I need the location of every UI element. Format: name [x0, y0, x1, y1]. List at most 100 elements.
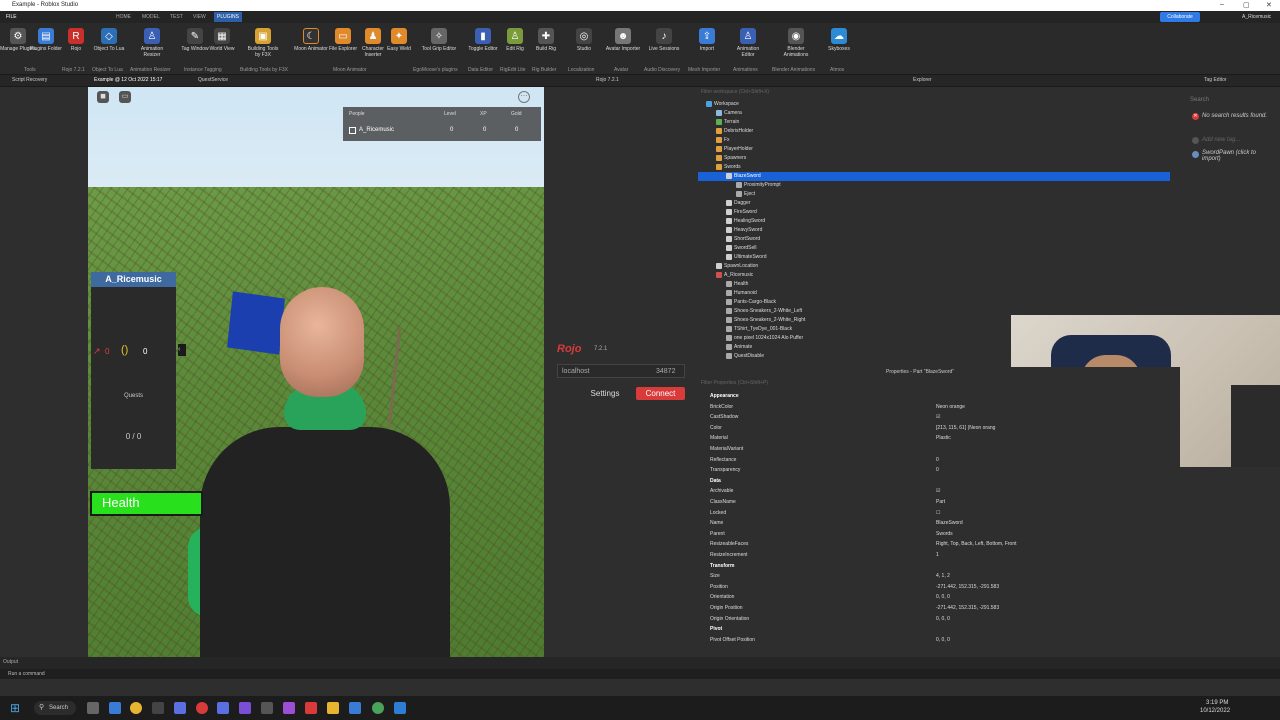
property-value[interactable]: BlazeSword	[936, 518, 963, 528]
tab-script-recovery[interactable]: Script Recovery	[12, 77, 47, 83]
collapse-arrow-icon[interactable]: ‹	[178, 344, 186, 356]
audio-discovery-button[interactable]: ♪ Live Sessions	[646, 28, 682, 52]
tree-item[interactable]: A_Ricemusic	[698, 271, 1170, 280]
property-value[interactable]: Plastic	[936, 433, 951, 443]
tree-item[interactable]: Camera	[698, 109, 1170, 118]
property-row[interactable]: Material Plastic	[698, 433, 1170, 443]
twitch-icon[interactable]	[239, 702, 251, 714]
tree-item[interactable]: Health	[698, 280, 1170, 289]
close-button[interactable]: ✕	[1266, 1, 1272, 9]
connect-button[interactable]: Connect	[636, 387, 685, 400]
property-value[interactable]: 0, 0, 0	[936, 635, 950, 645]
property-value[interactable]: 0	[936, 465, 939, 475]
tree-item[interactable]: Spawners	[698, 154, 1170, 163]
build-rig-button[interactable]: ✚ Build Rig	[528, 28, 564, 52]
tab-rojo[interactable]: Rojo 7.2.1	[596, 77, 619, 83]
tree-item[interactable]: PlayerHolder	[698, 145, 1170, 154]
port-input[interactable]: 34872	[656, 368, 675, 375]
property-row[interactable]: Color [213, 115, 61] (Neon orang	[698, 423, 1170, 433]
tree-item[interactable]: DebrisHolder	[698, 127, 1170, 136]
explorer-filter[interactable]: Filter workspace (Ctrl+Shift+X)	[701, 89, 769, 95]
animation-resizer-button[interactable]: ♙ Animation Resizer	[134, 28, 170, 58]
property-row[interactable]: Transparency 0	[698, 465, 1170, 475]
vscode-icon[interactable]	[394, 702, 406, 714]
property-category[interactable]: Data	[698, 476, 1170, 486]
more-options-icon[interactable]: ⋯	[518, 91, 530, 103]
tree-item[interactable]: UltimateSword	[698, 253, 1170, 262]
tab-quest-service[interactable]: QuestService	[198, 77, 228, 83]
leaderboard-player[interactable]: A_Ricemusic	[359, 127, 394, 133]
tree-item[interactable]: HeavySword	[698, 226, 1170, 235]
chrome-icon[interactable]	[130, 702, 142, 714]
localization-button[interactable]: ◎ Studio	[566, 28, 602, 52]
add-new-tag[interactable]: Add new tag...	[1202, 137, 1240, 143]
import-tag-button[interactable]: SwordPawn (click to import)	[1202, 150, 1274, 162]
tree-item[interactable]: BlazeSword	[698, 172, 1170, 181]
tool-grip-editor-button[interactable]: ✧ Tool Grip Editor	[421, 28, 457, 52]
property-category[interactable]: Transform	[698, 561, 1170, 571]
property-value[interactable]: ☑	[936, 412, 940, 422]
property-value[interactable]: Neon orange	[936, 402, 965, 412]
properties-filter[interactable]: Filter Properties (Ctrl+Shift+P)	[701, 380, 768, 386]
property-value[interactable]: [213, 115, 61] (Neon orang	[936, 423, 995, 433]
app-icon[interactable]	[261, 702, 273, 714]
host-input[interactable]: localhost	[562, 368, 590, 375]
folder-icon[interactable]	[327, 702, 339, 714]
property-row[interactable]: Name BlazeSword	[698, 518, 1170, 528]
property-row[interactable]: Origin Orientation 0, 0, 0	[698, 614, 1170, 624]
avatar-importer-button[interactable]: ☻ Avatar Importer	[605, 28, 641, 52]
user-name[interactable]: A_Ricemusic	[1242, 14, 1271, 20]
property-row[interactable]: BrickColor Neon orange	[698, 402, 1170, 412]
maximize-button[interactable]: ▢	[1243, 1, 1250, 9]
app-icon[interactable]	[109, 702, 121, 714]
property-row[interactable]: ResizeIncrement 1	[698, 550, 1170, 560]
tree-item[interactable]: Dagger	[698, 199, 1170, 208]
settings-button[interactable]: Settings	[586, 387, 624, 400]
property-row[interactable]: Size 4, 1, 2	[698, 571, 1170, 581]
property-category[interactable]: Appearance	[698, 391, 1170, 401]
property-value[interactable]: ☐	[936, 508, 940, 518]
object-to-lua-button[interactable]: ◇ Object To Lua	[91, 28, 127, 52]
tab-model[interactable]: MODEL	[142, 14, 160, 20]
minimize-button[interactable]: –	[1220, 1, 1224, 8]
skyboxes-button[interactable]: ☁ Skyboxes	[821, 28, 857, 52]
app-icon[interactable]	[217, 702, 229, 714]
chat-icon[interactable]: ▭	[119, 91, 131, 103]
tree-item[interactable]: Fx	[698, 136, 1170, 145]
tab-home[interactable]: HOME	[116, 14, 131, 20]
command-bar[interactable]: Run a command	[0, 669, 1280, 679]
property-value[interactable]: 4, 1, 2	[936, 571, 950, 581]
app-icon[interactable]	[152, 702, 164, 714]
tab-view[interactable]: VIEW	[193, 14, 206, 20]
windows-start-icon[interactable]: ⊞	[10, 701, 20, 715]
tree-item[interactable]: Humanoid	[698, 289, 1170, 298]
tree-item[interactable]: Workspace	[698, 100, 1170, 109]
tree-item[interactable]: Swords	[698, 163, 1170, 172]
property-value[interactable]: 1	[936, 550, 939, 560]
property-row[interactable]: Pivot Offset Position 0, 0, 0	[698, 635, 1170, 645]
property-row[interactable]: Parent Swords	[698, 529, 1170, 539]
property-row[interactable]: CastShadow ☑	[698, 412, 1170, 422]
rojo-button[interactable]: R Rojo	[58, 28, 94, 52]
tree-item[interactable]: Eject	[698, 190, 1170, 199]
roblox-menu-icon[interactable]: ◼	[97, 91, 109, 103]
property-row[interactable]: Origin Position -271.442, 152.315, -291.5…	[698, 603, 1170, 613]
property-value[interactable]: Right, Top, Back, Left, Bottom, Front	[936, 539, 1017, 549]
tab-plugins[interactable]: PLUGINS	[214, 12, 242, 22]
tree-item[interactable]: FireSword	[698, 208, 1170, 217]
tab-example-place[interactable]: Example @ 12 Oct 2022 15:17	[94, 77, 162, 83]
tree-item[interactable]: Pants-Cargo-Black	[698, 298, 1170, 307]
clock-time[interactable]: 3:19 PM	[1206, 700, 1228, 706]
file-menu[interactable]: FILE	[6, 14, 17, 20]
property-row[interactable]: Locked ☐	[698, 508, 1170, 518]
search-box[interactable]: ⚲ Search	[34, 701, 76, 715]
tree-item[interactable]: Terrain	[698, 118, 1170, 127]
property-value[interactable]: -271.442, 152.315, -291.583	[936, 582, 999, 592]
task-view-icon[interactable]	[87, 702, 99, 714]
tree-item[interactable]: SwordSell	[698, 244, 1170, 253]
host-field[interactable]: localhost 34872	[557, 364, 685, 378]
property-value[interactable]: ☑	[936, 486, 940, 496]
property-value[interactable]: 0, 0, 0	[936, 592, 950, 602]
property-row[interactable]: ResizeableFaces Right, Top, Back, Left, B…	[698, 539, 1170, 549]
import-button[interactable]: ⇪ Import	[689, 28, 725, 52]
